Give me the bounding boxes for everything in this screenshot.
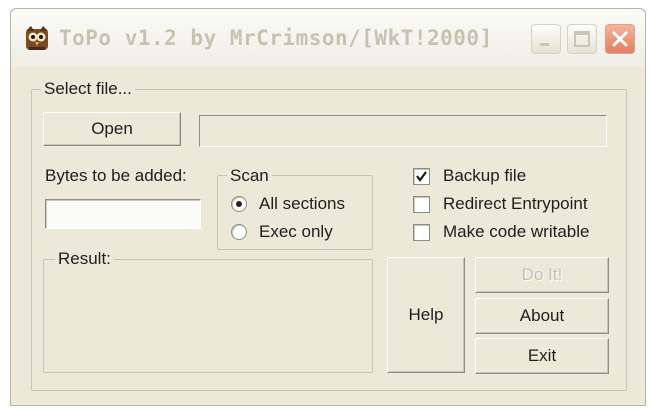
exit-button[interactable]: Exit <box>475 338 609 374</box>
checkmark-icon <box>416 171 427 182</box>
app-window: ToPo v1.2 by MrCrimson/[WkT!2000] Select… <box>10 8 646 406</box>
checkbox-label: Backup file <box>443 166 527 185</box>
do-it-button[interactable]: Do It! <box>475 257 609 293</box>
redirect-entrypoint-option[interactable]: Redirect Entrypoint <box>413 193 613 215</box>
scan-option-label: All sections <box>259 194 345 213</box>
result-group <box>43 259 373 373</box>
minimize-button[interactable] <box>531 24 561 54</box>
about-button[interactable]: About <box>475 298 609 334</box>
close-icon <box>612 31 628 47</box>
minimize-icon <box>540 43 549 46</box>
scan-option-all-sections[interactable]: All sections <box>231 193 369 215</box>
scan-legend: Scan <box>227 167 272 185</box>
window-title: ToPo v1.2 by MrCrimson/[WkT!2000] <box>59 26 493 50</box>
radio-selected-dot <box>236 201 242 207</box>
bytes-input[interactable] <box>45 199 201 229</box>
scan-option-label: Exec only <box>259 222 333 241</box>
backup-file-option[interactable]: Backup file <box>413 165 613 187</box>
maximize-button[interactable] <box>567 24 597 54</box>
title-bar[interactable]: ToPo v1.2 by MrCrimson/[WkT!2000] <box>11 9 645 67</box>
checkbox-label: Make code writable <box>443 222 590 241</box>
owl-app-icon <box>26 26 48 50</box>
help-button[interactable]: Help <box>387 257 465 373</box>
redirect-entrypoint-checkbox[interactable] <box>413 196 430 213</box>
result-legend: Result: <box>55 250 114 268</box>
backup-file-checkbox[interactable] <box>413 168 430 185</box>
radio-all-sections[interactable] <box>231 196 247 212</box>
open-button[interactable]: Open <box>43 112 181 146</box>
scan-option-exec-only[interactable]: Exec only <box>231 221 369 243</box>
close-button[interactable] <box>605 24 635 54</box>
select-file-legend: Select file... <box>41 80 135 98</box>
bytes-label: Bytes to be added: <box>45 166 187 185</box>
file-path-field[interactable] <box>199 115 607 147</box>
radio-exec-only[interactable] <box>231 224 247 240</box>
make-code-writable-option[interactable]: Make code writable <box>413 221 613 243</box>
maximize-icon <box>574 31 590 47</box>
make-code-writable-checkbox[interactable] <box>413 224 430 241</box>
checkbox-label: Redirect Entrypoint <box>443 194 588 213</box>
